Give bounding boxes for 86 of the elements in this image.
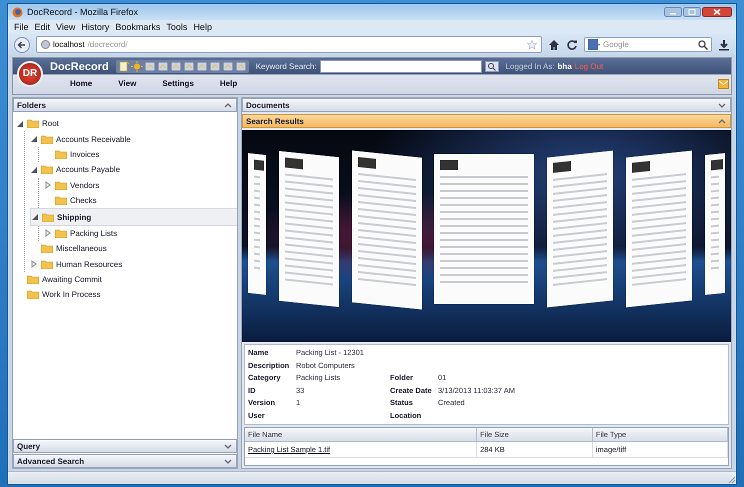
- collapsed-triangle-icon[interactable]: [44, 229, 52, 238]
- folder-tree-item[interactable]: Accounts Receivable: [30, 131, 234, 147]
- toolbar-tool-icon[interactable]: [196, 61, 208, 72]
- folder-icon: [55, 180, 67, 190]
- folder-tree-item[interactable]: Accounts Payable: [30, 162, 234, 178]
- folder-icon: [27, 119, 39, 128]
- maximize-icon[interactable]: [683, 7, 701, 17]
- folder-icon: [27, 275, 39, 284]
- menu-item[interactable]: View: [56, 22, 76, 32]
- resize-grip-icon: [727, 475, 736, 484]
- nav-menu-item[interactable]: View: [105, 79, 150, 88]
- panel-header[interactable]: Advanced Search: [13, 454, 237, 468]
- folder-tree-item[interactable]: Shipping: [30, 208, 237, 226]
- folder-tree-item[interactable]: Vendors: [44, 178, 234, 193]
- download-icon[interactable]: [718, 38, 730, 50]
- nav-menu-item[interactable]: Settings: [149, 79, 207, 88]
- folder-icon: [42, 212, 54, 222]
- toolbar-tool-icon[interactable]: [156, 61, 169, 72]
- home-icon[interactable]: [548, 38, 560, 50]
- menu-item[interactable]: Edit: [34, 22, 50, 32]
- search-icon[interactable]: [698, 40, 708, 50]
- folder-tree-item[interactable]: Invoices: [44, 146, 234, 162]
- expanded-triangle-icon[interactable]: [16, 120, 24, 128]
- search-engine-icon: [588, 39, 600, 50]
- address-bar[interactable]: localhost /docrecord/: [36, 36, 542, 53]
- folder-icon: [41, 165, 53, 174]
- logged-in-label: Logged In As:: [506, 62, 555, 71]
- user-name: bha: [558, 62, 572, 71]
- collapsed-triangle-icon[interactable]: [44, 181, 52, 190]
- document-thumbnail[interactable]: [704, 152, 725, 296]
- app-name: DocRecord: [50, 60, 109, 72]
- document-thumbnail[interactable]: [434, 154, 534, 304]
- close-icon[interactable]: [702, 7, 732, 17]
- panel-header[interactable]: Search Results: [242, 114, 731, 128]
- star-icon[interactable]: [527, 40, 537, 50]
- keyword-search-label: Keyword Search:: [256, 62, 317, 71]
- folder-tree-item[interactable]: Miscellaneous: [30, 241, 234, 257]
- minimize-icon[interactable]: [664, 7, 682, 17]
- url-host: localhost: [53, 40, 85, 49]
- mail-icon[interactable]: [718, 78, 729, 88]
- folder-icon: [27, 290, 39, 300]
- panel-header[interactable]: Folders: [13, 98, 237, 112]
- folder-tree-item[interactable]: Root: [16, 116, 234, 132]
- folder-icon: [55, 228, 67, 238]
- url-path: /docrecord/: [88, 40, 128, 49]
- toolbar-tool-icon[interactable]: [222, 61, 234, 72]
- web-search-field[interactable]: Google: [603, 40, 683, 49]
- search-icon[interactable]: [484, 61, 499, 72]
- toolbar-tool-icon[interactable]: [208, 61, 221, 72]
- expanded-triangle-icon[interactable]: [30, 135, 38, 144]
- collapsed-triangle-icon[interactable]: [30, 260, 38, 268]
- folder-tree-item[interactable]: Packing Lists: [44, 226, 234, 242]
- menu-item[interactable]: Help: [193, 22, 212, 32]
- folder-icon: [41, 260, 53, 269]
- folder-tree-item[interactable]: Human Resources: [30, 256, 234, 272]
- document-thumbnail[interactable]: [248, 153, 266, 295]
- menu-item[interactable]: Tools: [166, 22, 188, 32]
- folder-tree-item[interactable]: Awaiting Commit: [16, 272, 234, 288]
- expanded-triangle-icon[interactable]: [31, 213, 39, 222]
- reload-icon[interactable]: [566, 38, 578, 50]
- folder-icon: [41, 244, 53, 254]
- toolbar-tool-icon[interactable]: [182, 61, 195, 72]
- web-search-box[interactable]: Google: [584, 37, 712, 52]
- app-logo: DR: [17, 60, 43, 86]
- expanded-triangle-icon[interactable]: [30, 166, 38, 174]
- window-title: DocRecord - Mozilla Firefox: [27, 7, 138, 17]
- folder-tree-item[interactable]: Work In Process: [16, 287, 234, 303]
- menu-item[interactable]: File: [14, 22, 29, 32]
- back-icon[interactable]: [14, 36, 30, 52]
- nav-menu-item[interactable]: Help: [206, 79, 250, 88]
- keyword-search-field[interactable]: [320, 60, 482, 73]
- toolbar-tool-icon[interactable]: [234, 61, 247, 72]
- panel-header[interactable]: Documents: [242, 98, 731, 112]
- sun-icon[interactable]: [130, 61, 143, 72]
- folder-icon: [55, 196, 67, 206]
- folder-tree-item[interactable]: Checks: [44, 192, 234, 208]
- panel-header[interactable]: Query: [13, 439, 237, 453]
- folder-icon: [41, 134, 53, 144]
- menu-item[interactable]: Bookmarks: [115, 22, 160, 32]
- toolbar-tool-icon[interactable]: [170, 61, 182, 72]
- new-document-icon[interactable]: [118, 61, 130, 72]
- menu-item[interactable]: History: [81, 22, 110, 32]
- document-carousel[interactable]: [242, 130, 731, 342]
- toolbar-tool-icon[interactable]: [144, 61, 156, 72]
- nav-menu-item[interactable]: Home: [57, 79, 106, 88]
- folder-icon: [55, 150, 67, 159]
